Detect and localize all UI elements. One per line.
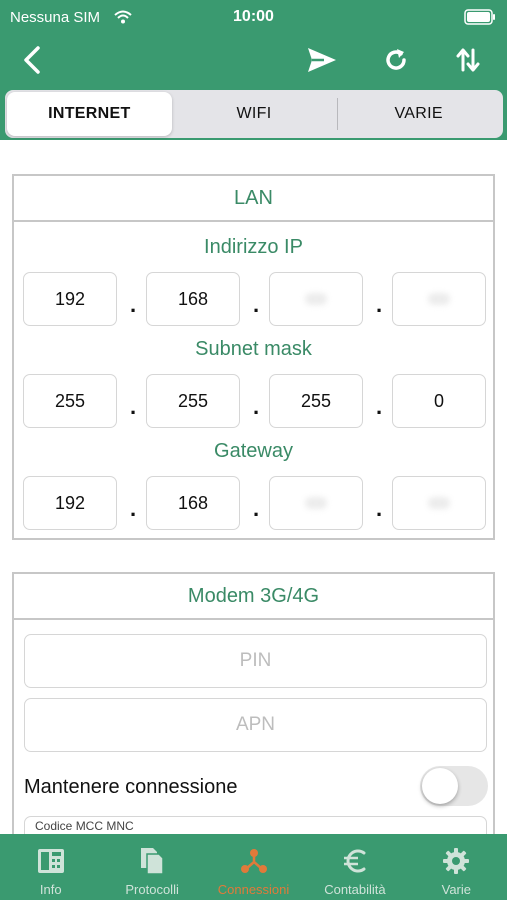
subnet-separator: . [129,394,137,419]
keep-connection-toggle[interactable] [420,766,488,806]
gateway-separator: . [252,496,260,521]
network-icon [239,846,269,876]
ip-separator: . [375,292,383,317]
tabbar-label: Protocolli [125,882,179,897]
euro-icon [340,846,370,876]
segment-divider [337,98,338,130]
chevron-left-icon [24,46,40,74]
status-bar: Nessuna SIM 10:00 [0,0,507,36]
subnet-separator: . [252,394,260,419]
gear-icon [441,846,471,876]
toggle-knob [422,768,458,804]
navigation-bar [0,36,507,86]
refresh-icon [386,49,406,70]
gateway-octet-4[interactable] [392,476,486,530]
lan-card-title: LAN [14,176,493,222]
ip-octet-2[interactable]: 168 [146,272,240,326]
tabbar-label: Varie [441,882,472,897]
tabbar-label: Contabilità [324,882,386,897]
ip-octet-1[interactable]: 192 [23,272,117,326]
tabbar-label: Connessioni [217,882,290,897]
tabbar-item-varie[interactable]: Varie [406,834,507,900]
ip-separator: . [129,292,137,317]
gateway-octet-3[interactable] [269,476,363,530]
ip-octet-4[interactable] [392,272,486,326]
tabbar-label: Info [39,882,62,897]
gateway-separator: . [375,496,383,521]
subnet-octet-2[interactable]: 255 [146,374,240,428]
subnet-octet-3[interactable]: 255 [269,374,363,428]
ip-octet-3[interactable] [269,272,363,326]
lan-card: LAN Indirizzo IP 192 . 168 . . Subnet ma… [12,174,495,540]
segmented-control: INTERNET WIFI VARIE [3,88,505,140]
subnet-separator: . [375,394,383,419]
subnet-octet-1[interactable]: 255 [23,374,117,428]
send-icon [308,48,336,72]
keep-connection-label: Mantenere connessione [24,776,238,798]
apn-input[interactable]: APN [24,698,487,752]
gateway-octet-2[interactable]: 168 [146,476,240,530]
subnet-mask-label: Subnet mask [195,338,312,360]
documents-icon [137,846,167,876]
gateway-octet-1[interactable]: 192 [23,476,117,530]
back-button[interactable] [12,40,52,80]
info-register-icon [36,846,66,876]
pin-input[interactable]: PIN [24,634,487,688]
gateway-separator: . [129,496,137,521]
clock-label: 10:00 [233,8,274,25]
tabbar-item-info[interactable]: Info [0,834,101,900]
subnet-octet-4[interactable]: 0 [392,374,486,428]
modem-card: Modem 3G/4G PIN APN Mantenere connession… [12,572,495,856]
refresh-button[interactable] [376,40,416,80]
tab-varie[interactable]: VARIE [336,92,501,136]
tab-wifi[interactable]: WIFI [172,92,337,136]
mcc-mnc-label: Codice MCC MNC [35,819,134,833]
tab-bar: Info Protocolli Connessioni Contabilità … [0,834,507,900]
ip-separator: . [252,292,260,317]
tabbar-item-connessioni[interactable]: Connessioni [203,834,304,900]
send-button[interactable] [302,40,342,80]
swap-vertical-icon [456,48,480,72]
transfer-button[interactable] [448,40,488,80]
tab-internet[interactable]: INTERNET [7,92,172,136]
modem-card-title: Modem 3G/4G [14,574,493,620]
battery-icon [464,9,495,25]
tabbar-item-contabilita[interactable]: Contabilità [304,834,405,900]
ip-address-label: Indirizzo IP [204,236,303,258]
tabbar-item-protocolli[interactable]: Protocolli [101,834,202,900]
gateway-label: Gateway [214,440,293,462]
